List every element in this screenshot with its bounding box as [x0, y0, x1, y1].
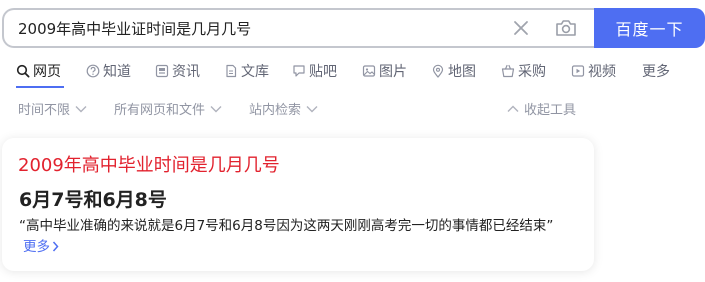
chevron-down-icon	[210, 105, 222, 112]
file-type-filter-label: 所有网页和文件	[114, 103, 206, 118]
tab-wenku[interactable]: 文库	[224, 61, 269, 81]
chevron-right-icon	[52, 241, 59, 252]
more-link-label: 更多	[23, 239, 50, 255]
collapse-tools-button[interactable]: 收起工具	[507, 99, 576, 118]
chevron-down-icon	[306, 105, 318, 112]
result-snippet: “高中毕业准确的来说就是6月7号和6月8号因为这两天刚刚高考完一切的事情都已经结…	[19, 216, 584, 258]
tab-label: 网页	[33, 64, 61, 80]
site-search-filter-label: 站内检索	[249, 103, 302, 118]
play-icon	[571, 65, 585, 77]
answer-card: 2009年高中毕业时间是几月几号 6月7号和6月8号 “高中毕业准确的来说就是6…	[2, 138, 594, 271]
file-type-filter-dropdown[interactable]: 所有网页和文件	[114, 99, 222, 118]
tab-label: 贴吧	[309, 64, 337, 80]
search-icon	[16, 64, 30, 78]
snippet-text: “高中毕业准确的来说就是6月7号和6月8号因为这两天刚刚高考完一切的事情都已经结…	[19, 218, 554, 234]
search-box	[2, 8, 596, 48]
map-pin-icon	[432, 64, 444, 78]
image-icon	[362, 65, 376, 77]
search-button[interactable]: 百度一下	[594, 8, 705, 48]
question-circle-icon	[86, 64, 100, 78]
vertical-tabs: 网页 知道 资讯 文库 贴吧 图片 地图 采购 视频 更多	[16, 60, 670, 82]
active-tab-indicator	[16, 86, 64, 88]
camera-icon[interactable]	[555, 18, 577, 38]
clear-icon[interactable]	[512, 19, 530, 37]
tab-label: 知道	[103, 64, 131, 80]
search-bar: 百度一下	[2, 8, 705, 48]
tab-label: 视频	[588, 64, 616, 80]
search-input[interactable]	[18, 17, 488, 39]
search-results-page: 百度一下 网页 知道 资讯	[0, 0, 705, 282]
tab-label: 图片	[379, 64, 407, 80]
answer-highlight: 6月7号和6月8号	[19, 189, 167, 211]
result-title-link[interactable]: 2009年高中毕业时间是几月几号	[18, 151, 280, 177]
tab-images[interactable]: 图片	[362, 61, 407, 81]
site-search-filter-dropdown[interactable]: 站内检索	[249, 99, 318, 118]
tieba-icon	[293, 65, 305, 77]
tab-label: 更多	[642, 64, 670, 80]
news-icon	[155, 64, 169, 78]
tab-web[interactable]: 网页	[16, 61, 61, 81]
time-filter-label: 时间不限	[18, 103, 71, 118]
search-filters: 时间不限 所有网页和文件 站内检索 收起工具	[18, 99, 580, 119]
tab-zhidao[interactable]: 知道	[86, 61, 131, 81]
tab-label: 文库	[241, 64, 269, 80]
more-link[interactable]: 更多	[23, 239, 59, 255]
shopping-basket-icon	[501, 64, 515, 78]
tab-tieba[interactable]: 贴吧	[292, 61, 337, 81]
tab-label: 地图	[448, 64, 476, 80]
chevron-down-icon	[75, 105, 87, 112]
tab-shopping[interactable]: 采购	[501, 61, 546, 81]
chevron-up-icon	[507, 105, 519, 112]
tab-label: 资讯	[172, 64, 200, 80]
tab-maps[interactable]: 地图	[431, 61, 476, 81]
document-icon	[226, 64, 237, 78]
tab-news[interactable]: 资讯	[155, 61, 200, 81]
collapse-tools-label: 收起工具	[524, 103, 577, 118]
time-filter-dropdown[interactable]: 时间不限	[18, 99, 87, 118]
tab-video[interactable]: 视频	[571, 61, 616, 81]
tab-label: 采购	[518, 64, 546, 80]
tab-more[interactable]: 更多	[642, 61, 670, 81]
